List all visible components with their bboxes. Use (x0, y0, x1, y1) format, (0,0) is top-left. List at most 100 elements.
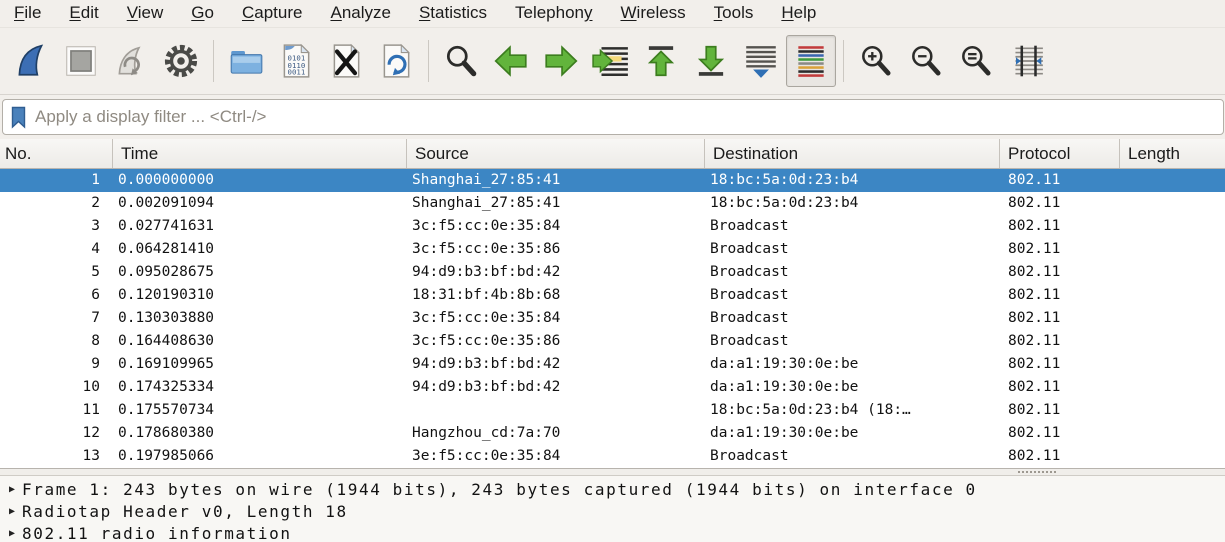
cell-time: 0.120190310 (113, 284, 407, 307)
cell-protocol: 802.11 (1000, 376, 1120, 399)
cell-source: 94:d9:b3:bf:bd:42 (407, 261, 705, 284)
close-file-button[interactable] (321, 35, 371, 87)
detail-text: Radiotap Header v0, Length 18 (22, 502, 348, 521)
menu-help[interactable]: Help (767, 2, 830, 25)
display-filter-input[interactable] (35, 107, 1217, 127)
cell-length (1120, 215, 1225, 238)
reload-file-icon (377, 42, 415, 80)
column-header-no[interactable]: No. (0, 139, 113, 168)
bookmark-icon[interactable] (10, 106, 27, 129)
cell-protocol: 802.11 (1000, 169, 1120, 192)
cell-no: 3 (0, 215, 113, 238)
auto-scroll-button[interactable] (736, 35, 786, 87)
column-header-source[interactable]: Source (407, 139, 705, 168)
zoom-out-button[interactable] (901, 35, 951, 87)
go-forward-button[interactable] (536, 35, 586, 87)
cell-protocol: 802.11 (1000, 422, 1120, 445)
resize-columns-button[interactable] (1001, 35, 1051, 87)
detail-line-1[interactable]: ▶Frame 1: 243 bytes on wire (1944 bits),… (0, 478, 1225, 500)
cell-source: Hangzhou_cd:7a:70 (407, 422, 705, 445)
packet-row-7[interactable]: 70.1303038803c:f5:cc:0e:35:84Broadcast80… (0, 307, 1225, 330)
cell-time: 0.027741631 (113, 215, 407, 238)
cell-no: 10 (0, 376, 113, 399)
cell-protocol: 802.11 (1000, 192, 1120, 215)
gear-icon (162, 42, 200, 80)
cell-destination: Broadcast (705, 445, 1000, 468)
packet-row-10[interactable]: 100.17432533494:d9:b3:bf:bd:42da:a1:19:3… (0, 376, 1225, 399)
main-toolbar: 0101 0110 0011 (0, 27, 1225, 95)
packet-row-6[interactable]: 60.12019031018:31:bf:4b:8b:68Broadcast80… (0, 284, 1225, 307)
packet-row-4[interactable]: 40.0642814103c:f5:cc:0e:35:86Broadcast80… (0, 238, 1225, 261)
open-file-button[interactable] (221, 35, 271, 87)
menu-edit[interactable]: Edit (55, 2, 112, 25)
go-first-packet-button[interactable] (636, 35, 686, 87)
column-header-protocol[interactable]: Protocol (1000, 139, 1120, 168)
arrow-down-bar-icon (692, 42, 730, 80)
cell-source: Shanghai_27:85:41 (407, 192, 705, 215)
menu-view[interactable]: View (113, 2, 178, 25)
cell-no: 9 (0, 353, 113, 376)
menu-statistics[interactable]: Statistics (405, 2, 501, 25)
expander-triangle-icon[interactable]: ▶ (0, 528, 22, 539)
zoom-normal-button[interactable] (951, 35, 1001, 87)
cell-no: 7 (0, 307, 113, 330)
save-file-button[interactable]: 0101 0110 0011 (271, 35, 321, 87)
packet-row-2[interactable]: 20.002091094Shanghai_27:85:4118:bc:5a:0d… (0, 192, 1225, 215)
detail-line-2[interactable]: ▶Radiotap Header v0, Length 18 (0, 500, 1225, 522)
menu-wireless[interactable]: Wireless (607, 2, 700, 25)
detail-line-3[interactable]: ▶802.11 radio information (0, 522, 1225, 542)
zoom-in-button[interactable] (851, 35, 901, 87)
restart-capture-button[interactable] (106, 35, 156, 87)
detail-text: Frame 1: 243 bytes on wire (1944 bits), … (22, 480, 977, 499)
packet-table-header: No.TimeSourceDestinationProtocolLength (0, 139, 1225, 169)
go-to-packet-button[interactable] (586, 35, 636, 87)
cell-destination: Broadcast (705, 284, 1000, 307)
column-header-time[interactable]: Time (113, 139, 407, 168)
go-last-packet-button[interactable] (686, 35, 736, 87)
packet-row-1[interactable]: 10.000000000Shanghai_27:85:4118:bc:5a:0d… (0, 169, 1225, 192)
column-header-length[interactable]: Length (1120, 139, 1225, 168)
toolbar-separator (843, 40, 844, 82)
cell-time: 0.164408630 (113, 330, 407, 353)
cell-destination: 18:bc:5a:0d:23:b4 (705, 169, 1000, 192)
menu-file[interactable]: File (0, 2, 55, 25)
menu-analyze[interactable]: Analyze (316, 2, 404, 25)
menu-capture[interactable]: Capture (228, 2, 316, 25)
packet-row-13[interactable]: 130.1979850663e:f5:cc:0e:35:84Broadcast8… (0, 445, 1225, 468)
close-file-icon (327, 42, 365, 80)
cell-destination: 18:bc:5a:0d:23:b4 (18:… (705, 399, 1000, 422)
colorize-packets-button[interactable] (786, 35, 836, 87)
svg-text:0011: 0011 (288, 68, 306, 77)
start-capture-button[interactable] (6, 35, 56, 87)
resize-columns-icon (1007, 42, 1045, 80)
menu-tools[interactable]: Tools (700, 2, 768, 25)
pane-splitter[interactable] (0, 468, 1225, 476)
cell-time: 0.178680380 (113, 422, 407, 445)
display-filter-field[interactable] (2, 99, 1224, 135)
packet-row-11[interactable]: 110.17557073418:bc:5a:0d:23:b4 (18:…802.… (0, 399, 1225, 422)
expander-triangle-icon[interactable]: ▶ (0, 484, 22, 495)
menu-go[interactable]: Go (177, 2, 228, 25)
splitter-grip-icon[interactable] (1018, 471, 1056, 473)
packet-row-3[interactable]: 30.0277416313c:f5:cc:0e:35:84Broadcast80… (0, 215, 1225, 238)
packet-row-5[interactable]: 50.09502867594:d9:b3:bf:bd:42Broadcast80… (0, 261, 1225, 284)
expander-triangle-icon[interactable]: ▶ (0, 506, 22, 517)
packet-row-8[interactable]: 80.1644086303c:f5:cc:0e:35:86Broadcast80… (0, 330, 1225, 353)
zoom-in-icon (857, 42, 895, 80)
packet-row-12[interactable]: 120.178680380Hangzhou_cd:7a:70da:a1:19:3… (0, 422, 1225, 445)
reload-file-button[interactable] (371, 35, 421, 87)
find-packet-button[interactable] (436, 35, 486, 87)
packet-row-9[interactable]: 90.16910996594:d9:b3:bf:bd:42da:a1:19:30… (0, 353, 1225, 376)
cell-protocol: 802.11 (1000, 445, 1120, 468)
cell-length (1120, 353, 1225, 376)
capture-options-button[interactable] (156, 35, 206, 87)
column-header-destination[interactable]: Destination (705, 139, 1000, 168)
folder-icon (227, 42, 265, 80)
stop-capture-button[interactable] (56, 35, 106, 87)
cell-no: 11 (0, 399, 113, 422)
cell-time: 0.130303880 (113, 307, 407, 330)
go-back-button[interactable] (486, 35, 536, 87)
menu-telephony[interactable]: Telephony (501, 2, 607, 25)
cell-source: 3c:f5:cc:0e:35:84 (407, 307, 705, 330)
cell-protocol: 802.11 (1000, 399, 1120, 422)
